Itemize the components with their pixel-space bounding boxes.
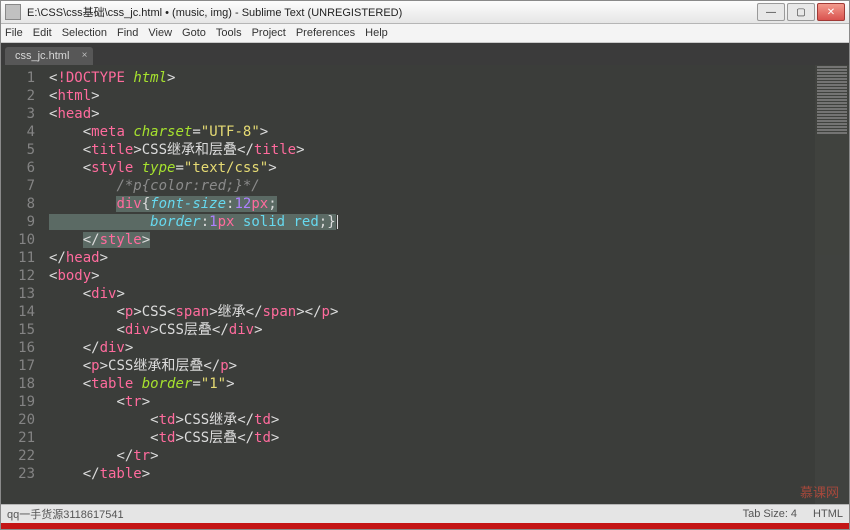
tab-label: css_jc.html: [15, 50, 69, 62]
cursor-icon: [337, 215, 338, 229]
menu-preferences[interactable]: Preferences: [296, 27, 355, 39]
code-line: </tr>: [49, 447, 815, 465]
window: E:\CSS\css基础\css_jc.html • (music, img) …: [0, 0, 850, 530]
code-line: <td>CSS继承</td>: [49, 411, 815, 429]
code-line: <!DOCTYPE html>: [49, 69, 815, 87]
menu-help[interactable]: Help: [365, 27, 388, 39]
menu-project[interactable]: Project: [252, 27, 286, 39]
window-title: E:\CSS\css基础\css_jc.html • (music, img) …: [27, 4, 757, 20]
line-number: 6: [1, 159, 35, 177]
line-number: 21: [1, 429, 35, 447]
menu-edit[interactable]: Edit: [33, 27, 52, 39]
code-line: <p>CSS<span>继承</span></p>: [49, 303, 815, 321]
line-number: 11: [1, 249, 35, 267]
line-number: 18: [1, 375, 35, 393]
window-controls: — ▢ ✕: [757, 3, 845, 21]
line-number: 13: [1, 285, 35, 303]
line-number: 8: [1, 195, 35, 213]
code-line: <tr>: [49, 393, 815, 411]
gutter: 1 2 3 4 5 6 7 8 9 10 11 12 13 14 15 16 1…: [1, 65, 43, 504]
status-tabsize[interactable]: Tab Size: 4: [743, 508, 797, 520]
code-line: </div>: [49, 339, 815, 357]
tab-close-icon[interactable]: ×: [82, 50, 88, 61]
line-number: 3: [1, 105, 35, 123]
code-line: <head>: [49, 105, 815, 123]
minimap[interactable]: [815, 65, 849, 504]
status-left: qq一手货源3118617541: [7, 506, 124, 522]
menu-selection[interactable]: Selection: [62, 27, 107, 39]
tab-file[interactable]: css_jc.html ×: [5, 47, 93, 65]
editor[interactable]: 1 2 3 4 5 6 7 8 9 10 11 12 13 14 15 16 1…: [1, 65, 849, 504]
menubar: File Edit Selection Find View Goto Tools…: [1, 24, 849, 43]
line-number: 9: [1, 213, 35, 231]
code-line: <body>: [49, 267, 815, 285]
line-number: 20: [1, 411, 35, 429]
line-number: 17: [1, 357, 35, 375]
line-number: 7: [1, 177, 35, 195]
menu-view[interactable]: View: [148, 27, 172, 39]
maximize-button[interactable]: ▢: [787, 3, 815, 21]
code-line: <div>CSS层叠</div>: [49, 321, 815, 339]
line-number: 22: [1, 447, 35, 465]
menu-find[interactable]: Find: [117, 27, 138, 39]
menu-file[interactable]: File: [5, 27, 23, 39]
minimize-button[interactable]: —: [757, 3, 785, 21]
code-line: border:1px solid red;}: [49, 213, 815, 231]
code-line: div{font-size:12px;: [49, 195, 815, 213]
app-icon: [5, 4, 21, 20]
line-number: 23: [1, 465, 35, 483]
line-number: 5: [1, 141, 35, 159]
status-syntax[interactable]: HTML: [813, 508, 843, 520]
code-line: </table>: [49, 465, 815, 483]
code-line: <meta charset="UTF-8">: [49, 123, 815, 141]
code-line: <html>: [49, 87, 815, 105]
code-area[interactable]: <!DOCTYPE html><html><head> <meta charse…: [43, 65, 815, 504]
code-line: <title>CSS继承和层叠</title>: [49, 141, 815, 159]
titlebar: E:\CSS\css基础\css_jc.html • (music, img) …: [1, 1, 849, 24]
menu-tools[interactable]: Tools: [216, 27, 242, 39]
line-number: 2: [1, 87, 35, 105]
line-number: 4: [1, 123, 35, 141]
line-number: 16: [1, 339, 35, 357]
code-line: <table border="1">: [49, 375, 815, 393]
progress-bar: [1, 523, 849, 529]
code-line: </style>: [49, 231, 815, 249]
close-button[interactable]: ✕: [817, 3, 845, 21]
tabbar: css_jc.html ×: [1, 43, 849, 65]
code-line: /*p{color:red;}*/: [49, 177, 815, 195]
line-number: 14: [1, 303, 35, 321]
line-number: 1: [1, 69, 35, 87]
line-number: 12: [1, 267, 35, 285]
code-line: </head>: [49, 249, 815, 267]
code-line: <p>CSS继承和层叠</p>: [49, 357, 815, 375]
statusbar: qq一手货源3118617541 Tab Size: 4 HTML: [1, 504, 849, 523]
line-number: 10: [1, 231, 35, 249]
menu-goto[interactable]: Goto: [182, 27, 206, 39]
code-line: <td>CSS层叠</td>: [49, 429, 815, 447]
code-line: <div>: [49, 285, 815, 303]
code-line: <style type="text/css">: [49, 159, 815, 177]
line-number: 19: [1, 393, 35, 411]
line-number: 15: [1, 321, 35, 339]
